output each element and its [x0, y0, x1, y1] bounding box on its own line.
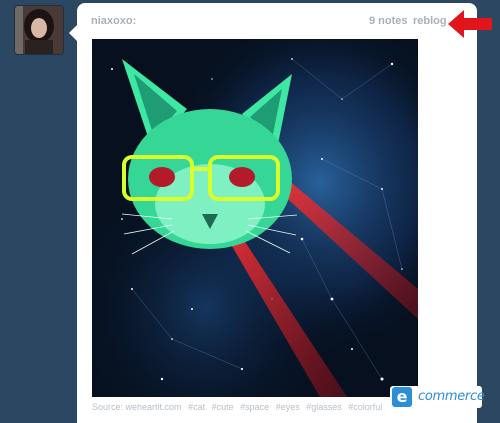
tag-colorful[interactable]: #colorful — [348, 402, 382, 412]
post-pointer — [69, 25, 77, 41]
tag-cute[interactable]: #cute — [212, 402, 234, 412]
avatar[interactable] — [14, 5, 64, 55]
tag-glasses[interactable]: #glasses — [306, 402, 342, 412]
post-username[interactable]: niaxoxo: — [91, 15, 136, 27]
ecommerce-logo-mark: e — [392, 387, 412, 407]
ecommerce-logo-text: commerce — [418, 389, 485, 404]
tag-cat[interactable]: #cat — [188, 402, 205, 412]
red-arrow-icon — [448, 10, 492, 38]
avatar-image — [15, 6, 63, 54]
post-photo[interactable] — [92, 39, 418, 397]
tag-space[interactable]: #space — [240, 402, 269, 412]
reblog-link[interactable]: reblog — [413, 15, 447, 27]
space-cat-image — [92, 39, 418, 397]
ecommerce-watermark: e commerce — [390, 386, 485, 408]
post-caption: Source: weheartit.com #cat #cute #space … — [92, 402, 386, 412]
source-link[interactable]: Source: weheartit.com — [92, 402, 182, 412]
tag-eyes[interactable]: #eyes — [276, 402, 300, 412]
post-card: niaxoxo: 9 notes reblog Source: wehearti… — [69, 3, 477, 423]
notes-count-link[interactable]: 9 notes — [369, 15, 408, 27]
